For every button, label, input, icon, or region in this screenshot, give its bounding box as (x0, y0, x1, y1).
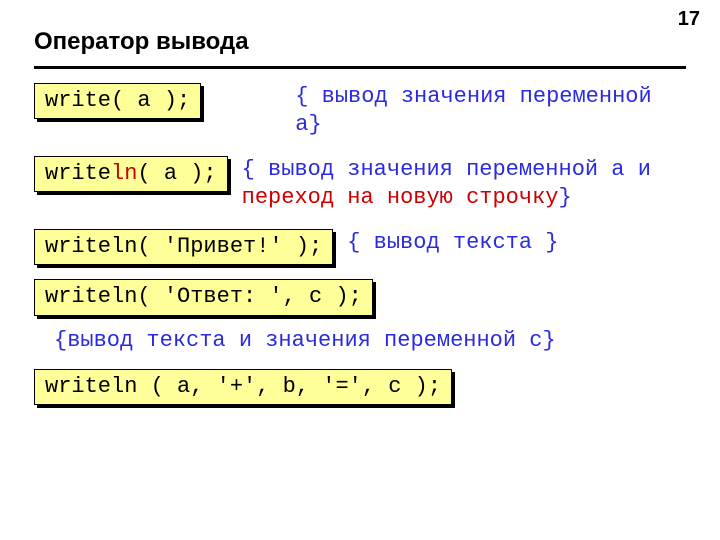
code-post: ( a ); (137, 161, 216, 186)
example-row: writeln( 'Привет!' ); { вывод текста } (34, 229, 686, 265)
comment-body: вывод текста (374, 230, 546, 255)
comment-body: вывод значения переменной a и (268, 157, 664, 182)
comment-open: { (347, 230, 373, 255)
comment-close: } (308, 112, 321, 137)
code-box: writeln( 'Привет!' ); (34, 229, 333, 265)
code-comment: { вывод текста } (347, 229, 686, 257)
code-box: write( a ); (34, 83, 201, 119)
code-box: writeln( 'Ответ: ', c ); (34, 279, 373, 315)
title-rule (34, 66, 686, 69)
comment-open: { (242, 157, 268, 182)
example-row: writeln ( a, '+', b, '=', c ); (34, 369, 686, 405)
comment-highlight: переход на новую строчку (242, 185, 559, 210)
code-ln: ln (111, 161, 137, 186)
example-row: write( a ); { вывод значения переменной … (34, 83, 686, 138)
page-number: 17 (678, 8, 700, 31)
code-pre: write (45, 161, 111, 186)
code-comment: { вывод значения переменной a и переход … (242, 156, 686, 211)
code-pre: writeln( 'Ответ: ', c ); (45, 284, 362, 309)
comment-close: } (545, 230, 558, 255)
example-row: writeln( 'Ответ: ', c ); (34, 279, 686, 315)
standalone-comment: {вывод текста и значения переменной c} (54, 328, 686, 353)
code-pre: writeln( 'Привет!' ); (45, 234, 322, 259)
page-title: Оператор вывода (0, 0, 720, 60)
code-comment: { вывод значения переменной a} (215, 83, 686, 138)
comment-body: вывод значения переменной a (295, 84, 665, 137)
comment-close: } (559, 185, 572, 210)
example-row: writeln( a ); { вывод значения переменно… (34, 156, 686, 211)
content-area: write( a ); { вывод значения переменной … (0, 83, 720, 405)
code-pre: write( a ); (45, 88, 190, 113)
code-box: writeln( a ); (34, 156, 228, 192)
code-box: writeln ( a, '+', b, '=', c ); (34, 369, 452, 405)
comment-open: { (295, 84, 321, 109)
